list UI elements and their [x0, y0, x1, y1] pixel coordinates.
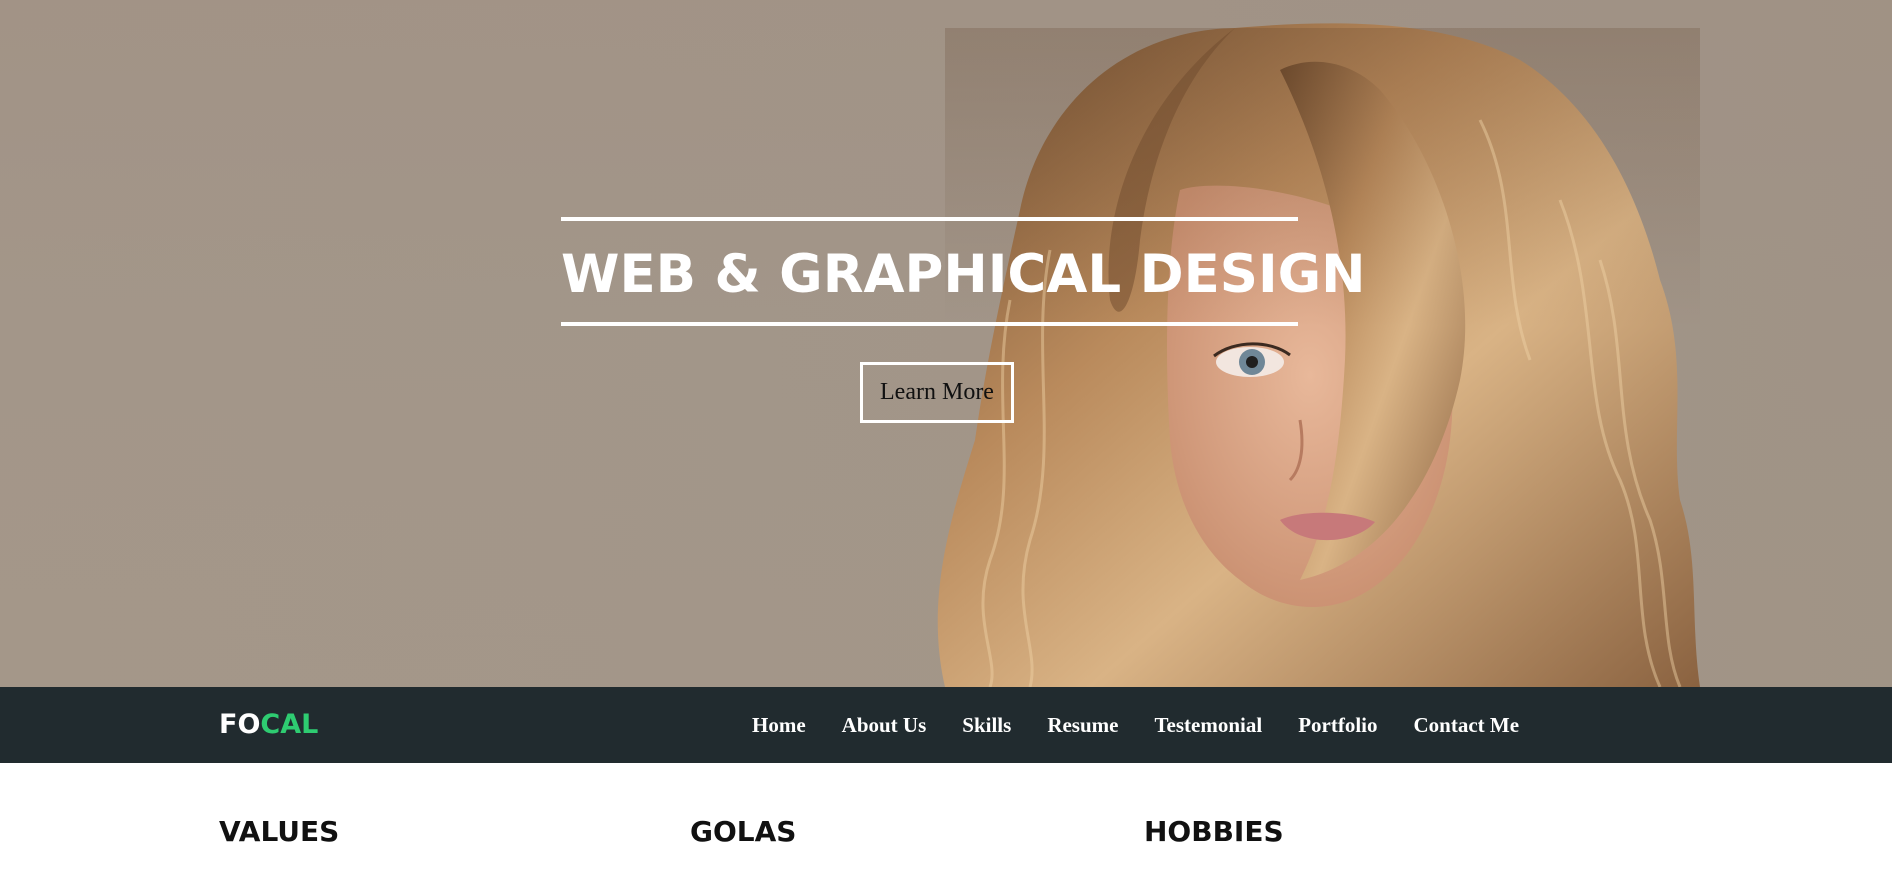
- hero-background-image: [0, 0, 1892, 687]
- logo-text-primary: FO: [219, 709, 261, 740]
- logo-text-accent: CAL: [260, 709, 319, 740]
- learn-more-button[interactable]: Learn More: [860, 362, 1014, 423]
- nav-item-contact-me[interactable]: Contact Me: [1414, 713, 1520, 738]
- hobbies-heading: HOBBIES: [1144, 815, 1284, 848]
- goals-heading: GOLAS: [690, 815, 797, 848]
- nav-item-about-us[interactable]: About Us: [842, 713, 927, 738]
- nav-item-portfolio[interactable]: Portfolio: [1298, 713, 1377, 738]
- nav-item-resume[interactable]: Resume: [1047, 713, 1118, 738]
- nav-item-skills[interactable]: Skills: [962, 713, 1011, 738]
- nav-links: Home About Us Skills Resume Testemonial …: [752, 687, 1519, 763]
- site-logo[interactable]: FOCAL: [219, 687, 318, 763]
- hero-title-top-rule: [561, 217, 1298, 221]
- hero-banner: WEB & GRAPHICAL DESIGN Learn More: [0, 0, 1892, 687]
- values-heading: VALUES: [219, 815, 340, 848]
- hero-title-bottom-rule: [561, 322, 1298, 326]
- nav-item-testemonial[interactable]: Testemonial: [1154, 713, 1262, 738]
- main-navbar: FOCAL Home About Us Skills Resume Testem…: [0, 687, 1892, 763]
- hero-title: WEB & GRAPHICAL DESIGN: [561, 244, 1366, 305]
- nav-item-home[interactable]: Home: [752, 713, 806, 738]
